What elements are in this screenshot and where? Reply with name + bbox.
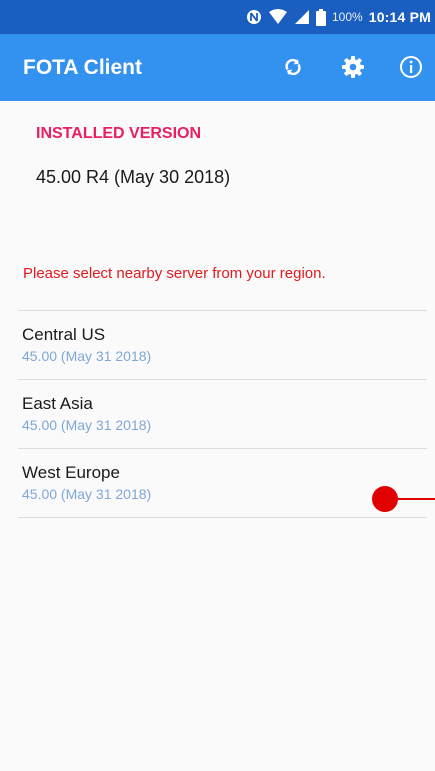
installed-version-heading: INSTALLED VERSION: [36, 125, 202, 142]
wifi-icon: [268, 9, 288, 25]
server-version: 45.00 (May 31 2018): [22, 486, 152, 502]
nfc-icon: [246, 9, 262, 25]
server-name: Central US: [22, 325, 106, 344]
server-item-west-europe[interactable]: West Europe 45.00 (May 31 2018): [18, 448, 427, 518]
settings-button[interactable]: [340, 54, 366, 80]
refresh-icon: [281, 55, 305, 79]
server-item-east-asia[interactable]: East Asia 45.00 (May 31 2018): [18, 379, 427, 448]
server-name: East Asia: [22, 394, 93, 413]
battery-percent: 100%: [332, 10, 363, 24]
server-version: 45.00 (May 31 2018): [22, 348, 152, 364]
status-icons: 100% 10:14 PM: [246, 0, 431, 34]
server-selection-notice: Please select nearby server from your re…: [23, 265, 326, 282]
info-button[interactable]: [398, 54, 424, 80]
settings-icon: [341, 55, 365, 79]
server-list: Central US 45.00 (May 31 2018) East Asia…: [0, 310, 435, 518]
clock: 10:14 PM: [368, 9, 431, 25]
battery-icon: [316, 8, 326, 26]
app-bar: FOTA Client: [0, 34, 435, 101]
app-title: FOTA Client: [23, 56, 142, 79]
server-item-central-us[interactable]: Central US 45.00 (May 31 2018): [18, 310, 427, 379]
server-version: 45.00 (May 31 2018): [22, 417, 152, 433]
server-name: West Europe: [22, 463, 120, 482]
info-icon: [399, 55, 423, 79]
installed-version-value: 45.00 R4 (May 30 2018): [36, 167, 231, 187]
status-bar: 100% 10:14 PM: [0, 0, 435, 34]
signal-icon: [294, 9, 310, 25]
touch-indicator: [371, 485, 435, 513]
refresh-button[interactable]: [280, 54, 306, 80]
